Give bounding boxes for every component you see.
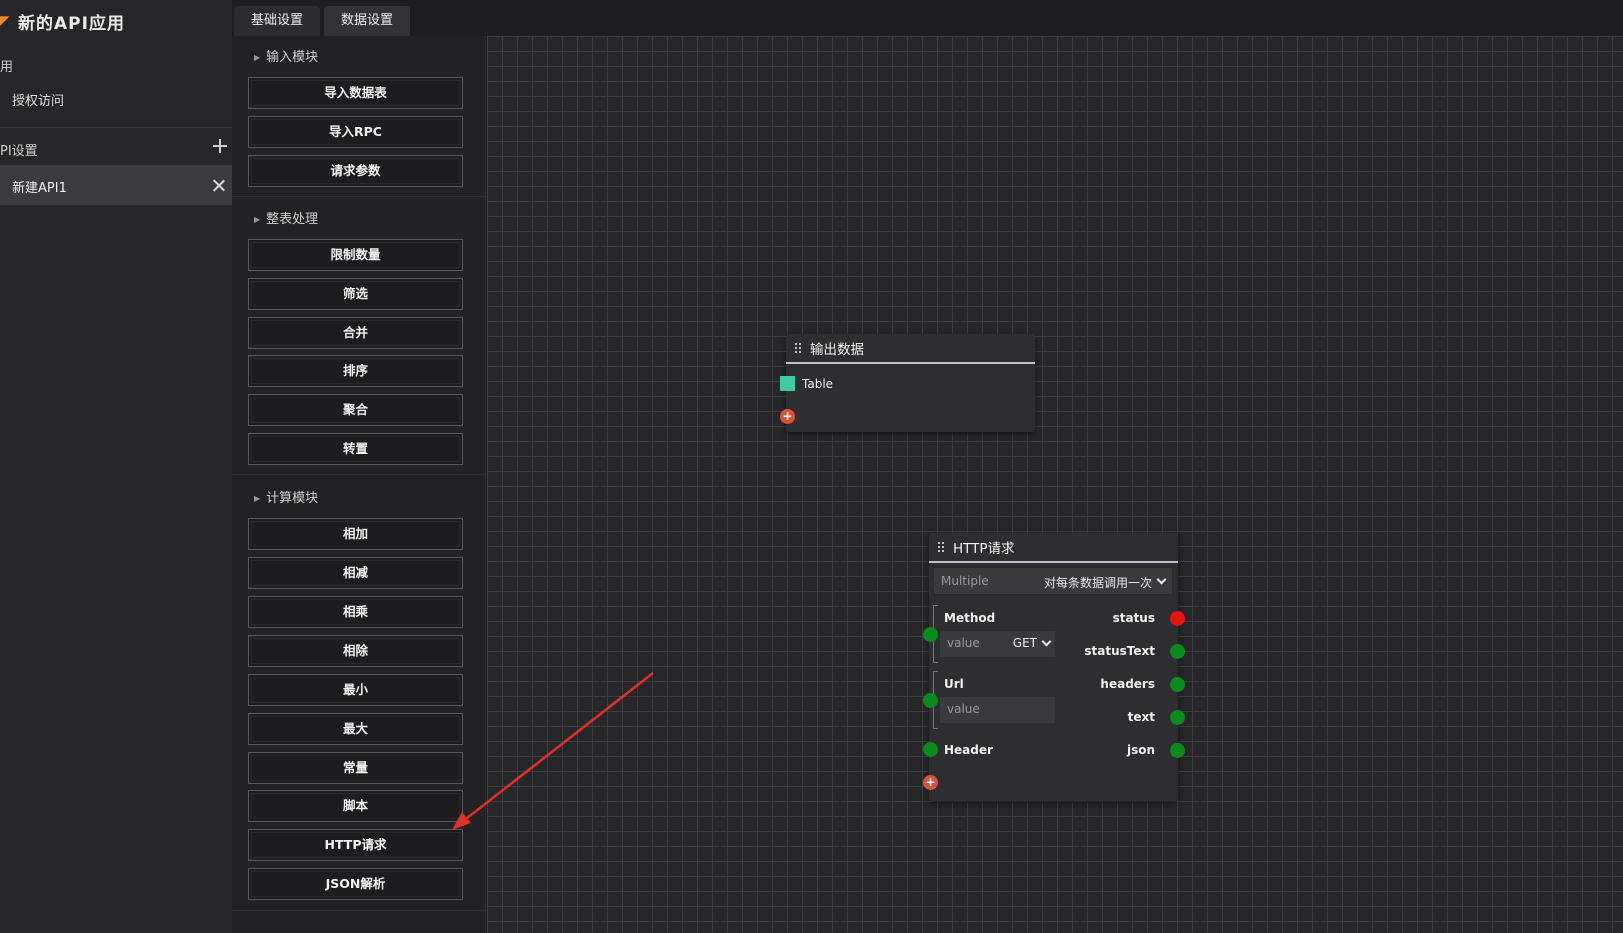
sidebar-item-auth-access[interactable]: 授权访问 [12,90,64,109]
add-input-icon[interactable]: + [780,409,795,424]
statustext-output-port[interactable] [1170,644,1185,659]
module-button[interactable]: 排序 [248,355,463,387]
sidebar-divider [0,127,232,128]
text-output-label: text [1127,710,1155,724]
section-api-settings: PI设置 [0,144,38,159]
url-input[interactable]: value [940,697,1055,723]
module-button[interactable]: 转置 [248,433,463,465]
app-title: 新的API应用 [18,13,125,34]
module-button[interactable]: 导入RPC [248,116,463,148]
headers-output-label: headers [1100,677,1155,691]
http-request-node[interactable]: HTTP请求 Multiple 对每条数据调用一次 Method value G… [923,533,1185,801]
json-output-port[interactable] [1170,743,1185,758]
module-button[interactable]: 请求参数 [248,155,463,187]
module-button[interactable]: 合并 [248,317,463,349]
group-label: 计算模块 [266,491,319,506]
chevron-down-icon [1041,636,1052,647]
call-mode-value: 对每条数据调用一次 [1043,576,1152,590]
group-title-compute[interactable]: ▶ 计算模块 [254,487,318,506]
module-button[interactable]: JSON解析 [248,868,463,900]
group-title-table[interactable]: ▶ 整表处理 [254,208,318,227]
module-button[interactable]: 相乘 [248,596,463,628]
http-node-title: HTTP请求 [953,541,1015,557]
status-output-port[interactable] [1170,611,1185,626]
module-button[interactable]: 相减 [248,557,463,589]
group-label: 整表处理 [266,212,319,227]
module-button-http-request[interactable]: HTTP请求 [248,829,463,861]
header-input-port[interactable] [923,742,938,757]
app-sidebar: ◤ 新的API应用 用 授权访问 PI设置 新建API1 [0,0,232,933]
group-divider [232,474,486,475]
close-icon[interactable] [212,178,226,192]
module-button[interactable]: 限制数量 [248,239,463,271]
call-mode-select[interactable]: Multiple 对每条数据调用一次 [933,567,1173,595]
output-node[interactable]: 输出数据 Table + [780,334,1035,432]
output-node-title: 输出数据 [810,342,864,358]
expand-triangle-icon: ▶ [254,215,261,224]
section-general: 用 [0,60,14,75]
method-select[interactable]: value GET [940,631,1055,657]
module-palette: ▶ 输入模块 导入数据表 导入RPC 请求参数 ▶ 整表处理 限制数量 筛选 合并 … [232,36,486,933]
method-label: Method [944,611,996,625]
chevron-down-icon [1156,574,1167,585]
add-api-icon[interactable] [212,138,228,154]
group-divider [232,910,486,911]
module-button[interactable]: 聚合 [248,394,463,426]
url-label: Url [944,677,964,691]
method-placeholder: value [947,636,980,650]
text-output-port[interactable] [1170,710,1185,725]
expand-triangle-icon: ▶ [254,494,261,503]
status-output-label: status [1112,611,1155,625]
module-button[interactable]: 常量 [248,752,463,784]
json-output-label: json [1126,743,1155,757]
group-divider [232,196,486,197]
module-button[interactable]: 脚本 [248,790,463,822]
app-header: ◤ 新的API应用 [0,0,232,42]
tab-bar: 基础设置 数据设置 [232,0,1623,36]
active-api-label: 新建API1 [12,181,67,196]
module-button[interactable]: 导入数据表 [248,77,463,109]
app-logo-icon: ◤ [0,12,10,30]
statustext-output-label: statusText [1084,644,1155,658]
http-node-header[interactable]: HTTP请求 [929,533,1178,563]
call-mode-placeholder: Multiple [941,574,989,588]
sidebar-item-active-api[interactable]: 新建API1 [0,165,232,205]
flow-canvas[interactable]: 输出数据 Table + HTTP请求 Multiple 对每条数据调用一次 M… [487,36,1623,933]
module-button[interactable]: 最小 [248,674,463,706]
tab-basic-settings[interactable]: 基础设置 [234,6,320,36]
drag-handle-icon[interactable] [794,342,802,354]
method-value: GET [1012,636,1037,650]
header-label: Header [944,743,993,757]
drag-handle-icon[interactable] [937,541,945,553]
table-input-label: Table [802,377,834,391]
add-input-icon[interactable]: + [923,775,938,790]
method-input-port[interactable] [923,627,938,642]
module-button[interactable]: 最大 [248,713,463,745]
module-button[interactable]: 筛选 [248,278,463,310]
url-input-port[interactable] [923,693,938,708]
group-label: 输入模块 [266,50,319,65]
url-placeholder: value [947,702,980,716]
table-input-port[interactable] [780,376,795,391]
tab-data-settings[interactable]: 数据设置 [324,6,410,36]
output-node-header[interactable]: 输出数据 [786,334,1035,364]
expand-triangle-icon: ▶ [254,53,261,62]
module-button[interactable]: 相除 [248,635,463,667]
module-button[interactable]: 相加 [248,518,463,550]
headers-output-port[interactable] [1170,677,1185,692]
group-title-input[interactable]: ▶ 输入模块 [254,46,318,65]
